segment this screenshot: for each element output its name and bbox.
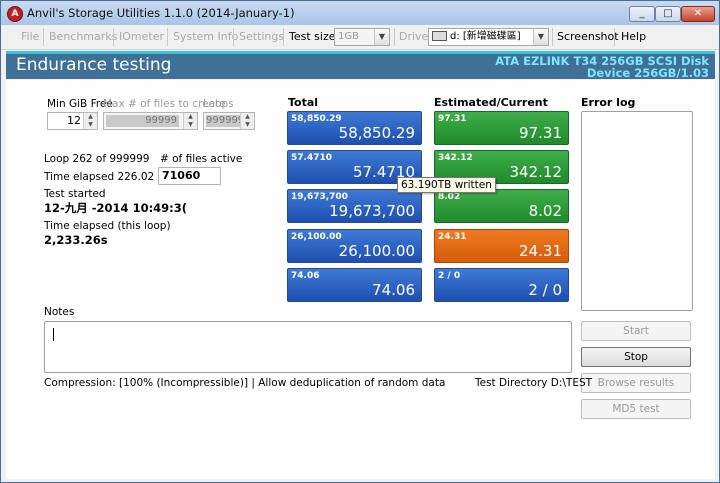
min-gib-free-value: 12	[67, 114, 81, 127]
written-tooltip: 63.190TB written	[397, 177, 496, 193]
window-title: Anvil's Storage Utilities 1.1.0 (2014-Ja…	[27, 6, 295, 20]
drive-icon	[432, 31, 447, 41]
total-tile: 26,100.00 26,100.00	[287, 229, 422, 263]
minimize-button[interactable]: _	[629, 6, 655, 22]
app-window: A Anvil's Storage Utilities 1.1.0 (2014-…	[0, 0, 720, 483]
error-log-heading: Error log	[581, 96, 636, 109]
start-button[interactable]: Start	[581, 321, 691, 341]
menu-benchmarks[interactable]: Benchmarks	[49, 30, 117, 43]
tile-small-value: 58,850.29	[291, 114, 342, 124]
spin-down-icon[interactable]: ▼	[183, 121, 197, 129]
menu-separator	[552, 28, 553, 46]
menu-separator	[614, 28, 615, 46]
menu-separator	[394, 28, 395, 46]
tile-big-value: 342.12	[509, 163, 563, 181]
files-active-value: 71060	[162, 169, 201, 182]
menu-system-info[interactable]: System Info	[173, 30, 238, 43]
md5-test-button[interactable]: MD5 test	[581, 399, 691, 419]
estimated-tile: 97.31 97.31	[434, 111, 569, 145]
loop-counter: Loop 262 of 999999	[44, 153, 150, 165]
maximize-button[interactable]: □	[655, 6, 681, 22]
time-loop-value: 2,233.26s	[44, 233, 108, 247]
tile-small-value: 2 / 0	[438, 271, 461, 281]
estimated-tile: 2 / 0 2 / 0	[434, 268, 569, 302]
loops-stepper[interactable]: 999999 ▲ ▼	[203, 112, 255, 130]
spin-down-icon[interactable]: ▼	[240, 121, 254, 129]
estimated-heading: Estimated/Current	[434, 96, 548, 109]
loops-label: Loops	[203, 98, 234, 110]
test-size-value: 1GB	[338, 31, 359, 42]
title-bar[interactable]: A Anvil's Storage Utilities 1.1.0 (2014-…	[1, 1, 719, 25]
menu-bar: File Benchmarks IOmeter System Info Sett…	[1, 25, 719, 50]
menu-settings[interactable]: Settings	[239, 30, 284, 43]
tile-small-value: 57.4710	[291, 153, 332, 163]
menu-separator	[283, 28, 284, 46]
max-files-stepper[interactable]: 99999 ▲ ▼	[103, 112, 198, 130]
tile-big-value: 8.02	[528, 202, 562, 220]
files-active-field: 71060	[158, 167, 221, 185]
max-files-value: 99999	[106, 115, 179, 127]
error-log-box[interactable]	[581, 111, 693, 311]
menu-help[interactable]: Help	[621, 30, 646, 43]
drive-value: d: [新增磁碟區]	[450, 31, 521, 42]
notes-textarea[interactable]	[44, 321, 572, 373]
menu-separator	[167, 28, 168, 46]
notes-label: Notes	[44, 306, 75, 318]
tile-small-value: 342.12	[438, 153, 473, 163]
tile-big-value: 58,850.29	[338, 124, 415, 142]
tile-small-value: 24.31	[438, 232, 467, 242]
header-banner: Endurance testing ATA EZLINK T34 256GB S…	[6, 51, 715, 80]
text-caret	[53, 328, 54, 341]
stop-button[interactable]: Stop	[581, 347, 691, 367]
tile-small-value: 8.02	[438, 192, 461, 202]
total-tile: 58,850.29 58,850.29	[287, 111, 422, 145]
test-directory: Test Directory D:\TEST	[475, 377, 593, 389]
min-gib-free-stepper[interactable]: 12 ▲ ▼	[47, 112, 98, 130]
tile-big-value: 26,100.00	[338, 242, 415, 260]
tile-big-value: 2 / 0	[528, 281, 562, 299]
loops-value: 999999	[206, 115, 245, 127]
page-title: Endurance testing	[16, 55, 172, 75]
total-tile: 74.06 74.06	[287, 268, 422, 302]
tile-big-value: 24.31	[519, 242, 562, 260]
menu-separator	[113, 28, 114, 46]
drive-select[interactable]: d: [新增磁碟區] ▼	[428, 28, 549, 46]
time-loop-label: Time elapsed (this loop)	[44, 220, 171, 232]
test-size-label: Test size	[289, 30, 336, 43]
total-heading: Total	[288, 96, 319, 109]
estimated-tile: 24.31 24.31	[434, 229, 569, 263]
menu-separator	[43, 28, 44, 46]
tile-big-value: 19,673,700	[329, 202, 415, 220]
test-size-select[interactable]: 1GB ▼	[334, 28, 390, 46]
files-active-label: # of files active	[160, 153, 243, 165]
close-button[interactable]: ✕	[681, 6, 715, 22]
tile-big-value: 74.06	[372, 281, 415, 299]
test-started-value: 12-九月 -2014 10:49:3(	[44, 201, 188, 215]
chevron-down-icon[interactable]: ▼	[533, 29, 548, 45]
estimated-tile: 8.02 8.02	[434, 189, 569, 223]
spin-down-icon[interactable]: ▼	[83, 121, 97, 129]
test-started-label: Test started	[44, 188, 106, 200]
tile-small-value: 26,100.00	[291, 232, 342, 242]
tile-small-value: 97.31	[438, 114, 467, 124]
compression-info: Compression: [100% (Incompressible)] | A…	[44, 377, 446, 389]
chevron-down-icon[interactable]: ▼	[374, 29, 389, 45]
menu-separator	[233, 28, 234, 46]
menu-file[interactable]: File	[21, 30, 39, 43]
browse-results-button[interactable]: Browse results	[581, 373, 691, 393]
tile-small-value: 19,673,700	[291, 192, 348, 202]
drive-label: Drive	[399, 30, 429, 43]
menu-screenshot[interactable]: Screenshot	[557, 30, 619, 43]
tile-big-value: 97.31	[519, 124, 562, 142]
menu-iometer[interactable]: IOmeter	[119, 30, 164, 43]
device-info: Device 256GB/1.03	[586, 66, 709, 80]
tile-small-value: 74.06	[291, 271, 320, 281]
app-logo-icon: A	[7, 6, 23, 22]
total-tile: 19,673,700 19,673,700	[287, 189, 422, 223]
